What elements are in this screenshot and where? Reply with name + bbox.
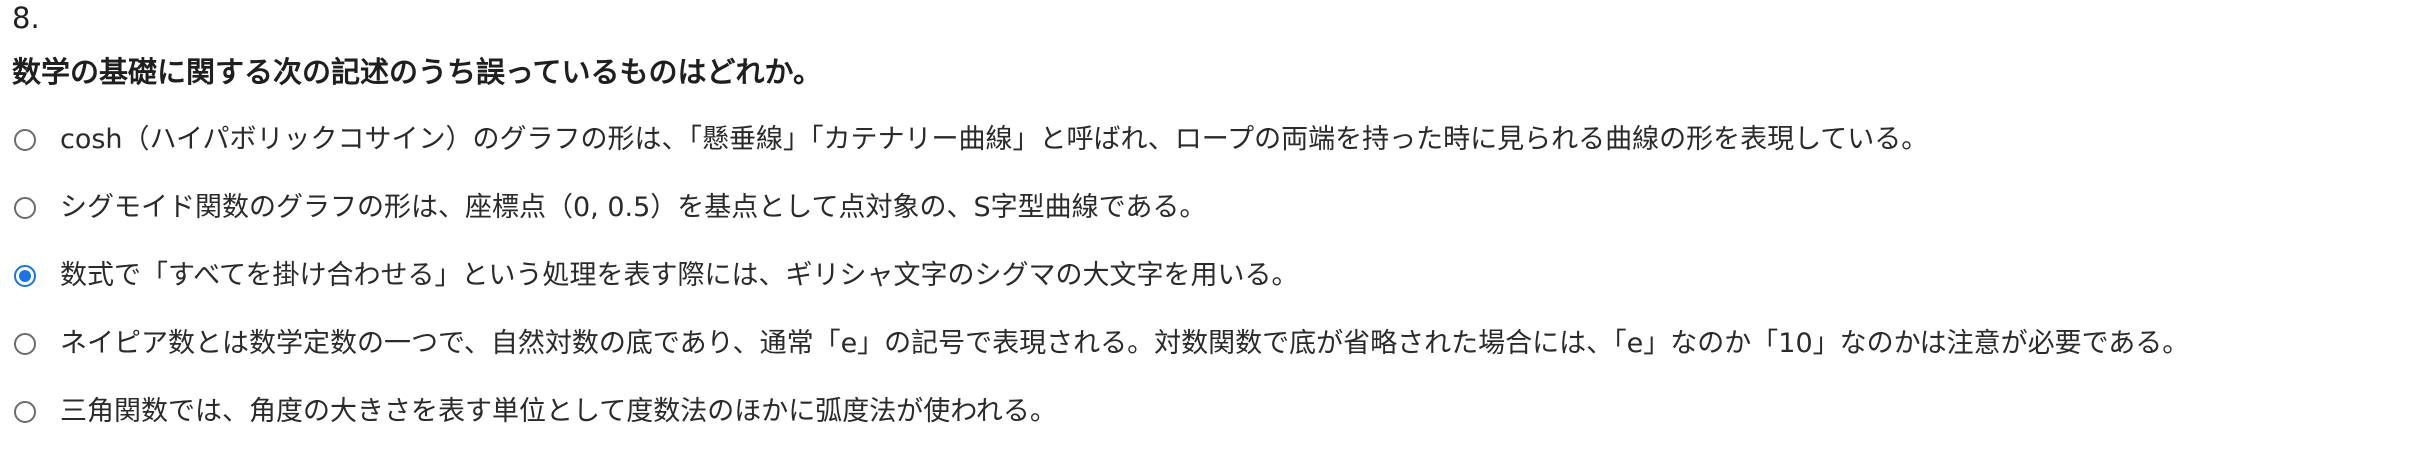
radio-button-5[interactable] xyxy=(14,401,36,423)
radio-button-1[interactable] xyxy=(14,129,36,151)
answer-option-1[interactable]: cosh（ハイパボリックコサイン）のグラフの形は、「懸垂線」「カテナリー曲線」と… xyxy=(12,106,2412,174)
option-label-3: 数式で「すべてを掛け合わせる」という処理を表す際には、ギリシャ文字のシグマの大文… xyxy=(60,260,1299,291)
answer-options: cosh（ハイパボリックコサイン）のグラフの形は、「懸垂線」「カテナリー曲線」と… xyxy=(12,106,2412,446)
answer-option-3[interactable]: 数式で「すべてを掛け合わせる」という処理を表す際には、ギリシャ文字のシグマの大文… xyxy=(12,242,2412,310)
answer-option-2[interactable]: シグモイド関数のグラフの形は、座標点（0, 0.5）を基点として点対象の、S字型… xyxy=(12,174,2412,242)
radio-button-4[interactable] xyxy=(14,333,36,355)
question-text: 数学の基礎に関する次の記述のうち誤っているものはどれか。 xyxy=(12,55,822,89)
answer-option-4[interactable]: ネイピア数とは数学定数の一つで、自然対数の底であり、通常「e」の記号で表現される… xyxy=(12,310,2412,378)
option-label-2: シグモイド関数のグラフの形は、座標点（0, 0.5）を基点として点対象の、S字型… xyxy=(60,192,1207,223)
option-label-1: cosh（ハイパボリックコサイン）のグラフの形は、「懸垂線」「カテナリー曲線」と… xyxy=(60,124,1929,155)
answer-option-5[interactable]: 三角関数では、角度の大きさを表す単位として度数法のほかに弧度法が使われる。 xyxy=(12,378,2412,446)
quiz-question: 8. 数学の基礎に関する次の記述のうち誤っているものはどれか。 cosh（ハイパ… xyxy=(12,0,2412,446)
option-label-5: 三角関数では、角度の大きさを表す単位として度数法のほかに弧度法が使われる。 xyxy=(60,396,1057,427)
question-number: 8. xyxy=(12,1,40,35)
option-label-4: ネイピア数とは数学定数の一つで、自然対数の底であり、通常「e」の記号で表現される… xyxy=(60,328,2190,359)
radio-button-3[interactable] xyxy=(14,265,36,287)
radio-button-2[interactable] xyxy=(14,197,36,219)
